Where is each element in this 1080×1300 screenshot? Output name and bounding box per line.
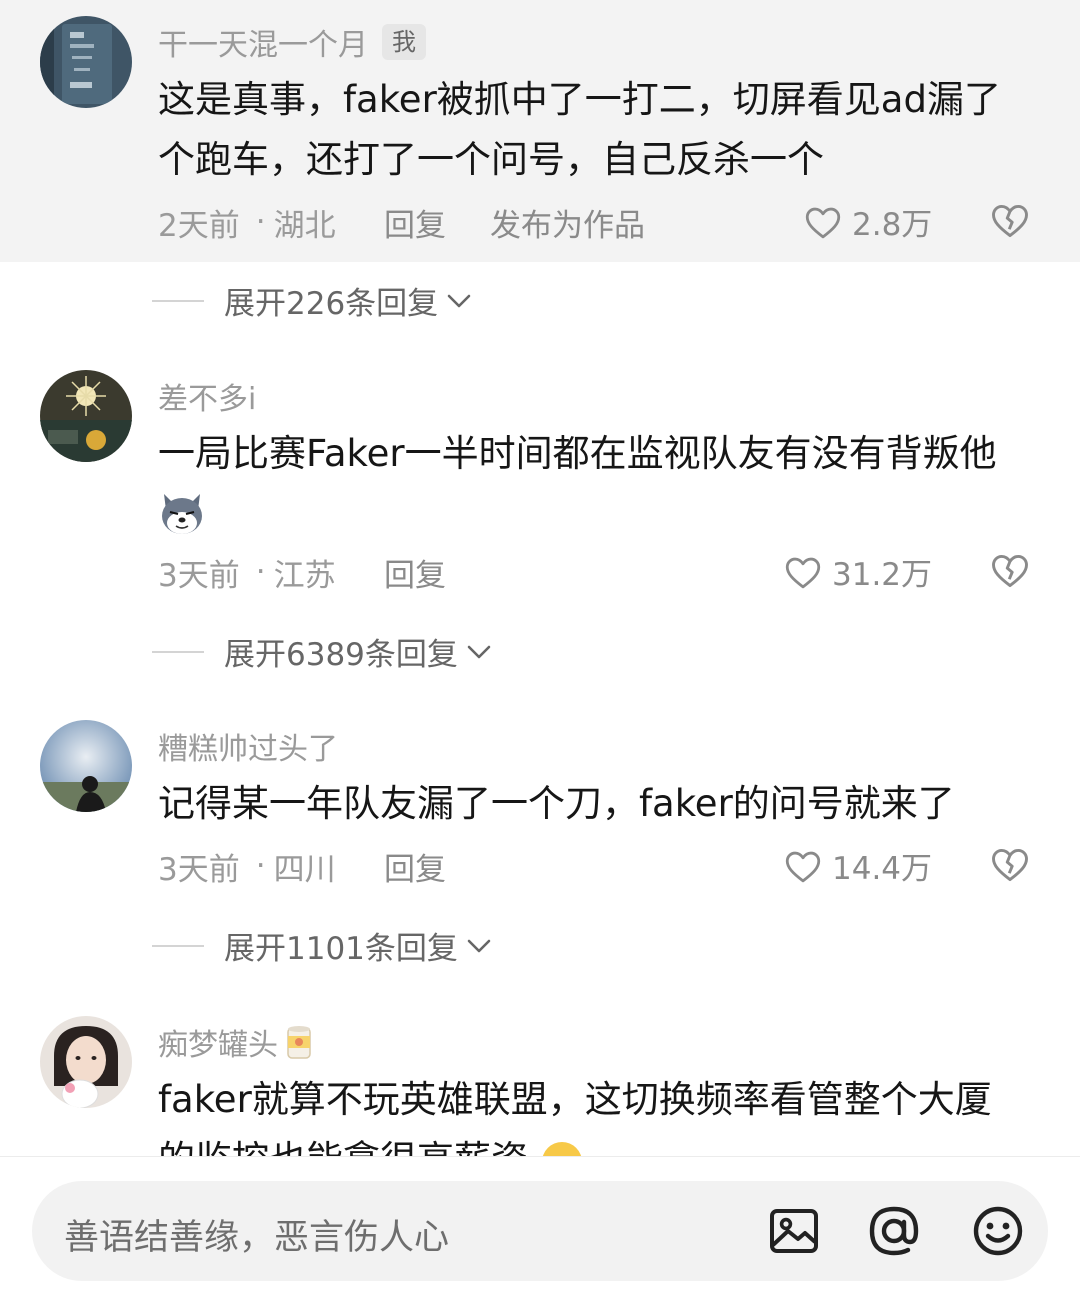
username-text[interactable]: 糟糕帅过头了 [158, 724, 338, 768]
username[interactable]: 干一天混一个月 我 [158, 20, 426, 64]
comment-text: 记得某一年队友漏了一个刀，faker的问号就来了 [158, 774, 1038, 834]
comment-list-page: 干一天混一个月 我 这是真事，faker被抓中了一打二，切屏看见ad漏了 个跑车… [0, 0, 1080, 1300]
comment-text-line: 的监控也能拿很高薪资 [158, 1130, 1038, 1156]
comment-text: 这是真事，faker被抓中了一打二，切屏看见ad漏了 个跑车，还打了一个问号，自… [158, 70, 1038, 190]
comment-text-line: faker就算不玩英雄联盟，这切换频率看管整个大厦 [158, 1078, 992, 1121]
comment-text-line: 记得某一年队友漏了一个刀，faker的问号就来了 [158, 782, 955, 825]
comment-item: 差不多i 一局比赛Faker一半时间都在监视队友有没有背叛他 3天前 · 江苏 … [0, 352, 1080, 602]
comment-text: faker就算不玩英雄联盟，这切换频率看管整个大厦 的监控也能拿很高薪资 [158, 1070, 1038, 1156]
avatar[interactable] [40, 16, 132, 108]
heart-outline-icon [805, 207, 841, 238]
username[interactable]: 糟糕帅过头了 [158, 724, 338, 768]
smiley-icon[interactable] [970, 1203, 1026, 1259]
separator-dot: · [255, 848, 266, 884]
avatar[interactable] [40, 1016, 132, 1108]
avatar[interactable] [40, 720, 132, 812]
at-icon[interactable] [866, 1203, 922, 1259]
publish-as-work-button[interactable]: 发布为作品 [490, 200, 645, 245]
comment-text-line: 个跑车，还打了一个问号，自己反杀一个 [158, 138, 824, 181]
separator-dot: · [255, 204, 266, 240]
comment-location: 四川 [273, 851, 336, 888]
comment-meta: 3天前 · 江苏 回复 [158, 550, 1080, 595]
comment-item: 痴梦罐头 faker就算不玩英雄联盟，这切换频率看管整个大厦 的监控也能拿很高薪… [0, 998, 1080, 1156]
comment-input-placeholder: 善语结善缘，恶言伤人心 [64, 1218, 450, 1258]
comment-text: 一局比赛Faker一半时间都在监视队友有没有背叛他 [158, 424, 1038, 544]
reply-button[interactable]: 回复 [384, 200, 446, 245]
broken-heart-icon[interactable] [988, 842, 1032, 886]
comment-item: 干一天混一个月 我 这是真事，faker被抓中了一打二，切屏看见ad漏了 个跑车… [0, 0, 1080, 262]
like-count: 31.2万 [832, 557, 933, 593]
username-text[interactable]: 痴梦罐头 [158, 1020, 278, 1064]
separator-dot: · [255, 554, 266, 590]
comment-text-line: 这是真事，faker被抓中了一打二，切屏看见ad漏了 [158, 78, 1001, 121]
expand-replies-label: 展开1101条回复 [224, 931, 458, 967]
like-count: 14.4万 [832, 851, 933, 887]
expand-replies-label: 展开226条回复 [224, 286, 439, 322]
dog-emoji [162, 494, 202, 534]
divider-line [152, 944, 204, 947]
comment-location: 湖北 [273, 207, 336, 244]
reply-button[interactable]: 回复 [384, 550, 446, 595]
like-button[interactable]: 31.2万 [782, 549, 932, 594]
expand-replies-button[interactable]: 展开6389条回复 [152, 629, 492, 674]
can-emoji [287, 1026, 311, 1059]
like-count: 2.8万 [852, 207, 933, 243]
comment-text-line: 一局比赛Faker一半时间都在监视队友有没有背叛他 [158, 432, 997, 475]
comment-text-fragment: 的监控也能拿很高薪资 [158, 1138, 528, 1156]
username[interactable]: 痴梦罐头 [158, 1020, 314, 1064]
username-text[interactable]: 干一天混一个月 [158, 20, 368, 64]
comment-input[interactable]: 善语结善缘，恶言伤人心 [32, 1181, 1048, 1281]
broken-heart-icon[interactable] [988, 548, 1032, 592]
comment-meta: 2天前 · 湖北 回复 发布为作品 [158, 200, 1080, 245]
username-text[interactable]: 差不多i [158, 374, 256, 418]
chevron-down-icon [467, 939, 491, 952]
heart-outline-icon [785, 557, 821, 588]
chevron-down-icon [447, 294, 471, 307]
divider-line [152, 299, 204, 302]
comment-input-bar: 善语结善缘，恶言伤人心 [0, 1156, 1080, 1300]
blush-emoji [542, 1141, 581, 1156]
avatar[interactable] [40, 370, 132, 462]
comment-location: 江苏 [273, 557, 336, 594]
comment-item: 糟糕帅过头了 记得某一年队友漏了一个刀，faker的问号就来了 3天前 · 四川… [0, 702, 1080, 902]
comment-time: 3天前 [158, 851, 240, 888]
expand-replies-button[interactable]: 展开226条回复 [152, 278, 472, 323]
like-button[interactable]: 14.4万 [782, 843, 932, 888]
chevron-down-icon [467, 645, 491, 658]
comment-time: 3天前 [158, 557, 240, 594]
expand-replies-label: 展开6389条回复 [224, 637, 458, 673]
divider-line [152, 650, 204, 653]
image-icon[interactable] [766, 1203, 822, 1259]
emoji-line [158, 484, 1038, 544]
comment-time: 2天前 [158, 207, 240, 244]
username[interactable]: 差不多i [158, 374, 256, 418]
expand-replies-button[interactable]: 展开1101条回复 [152, 923, 492, 968]
broken-heart-icon[interactable] [988, 198, 1032, 242]
me-badge: 我 [382, 24, 426, 60]
comment-meta: 3天前 · 四川 回复 [158, 844, 1080, 889]
heart-outline-icon [785, 851, 821, 882]
reply-button[interactable]: 回复 [384, 844, 446, 889]
like-button[interactable]: 2.8万 [802, 199, 932, 244]
